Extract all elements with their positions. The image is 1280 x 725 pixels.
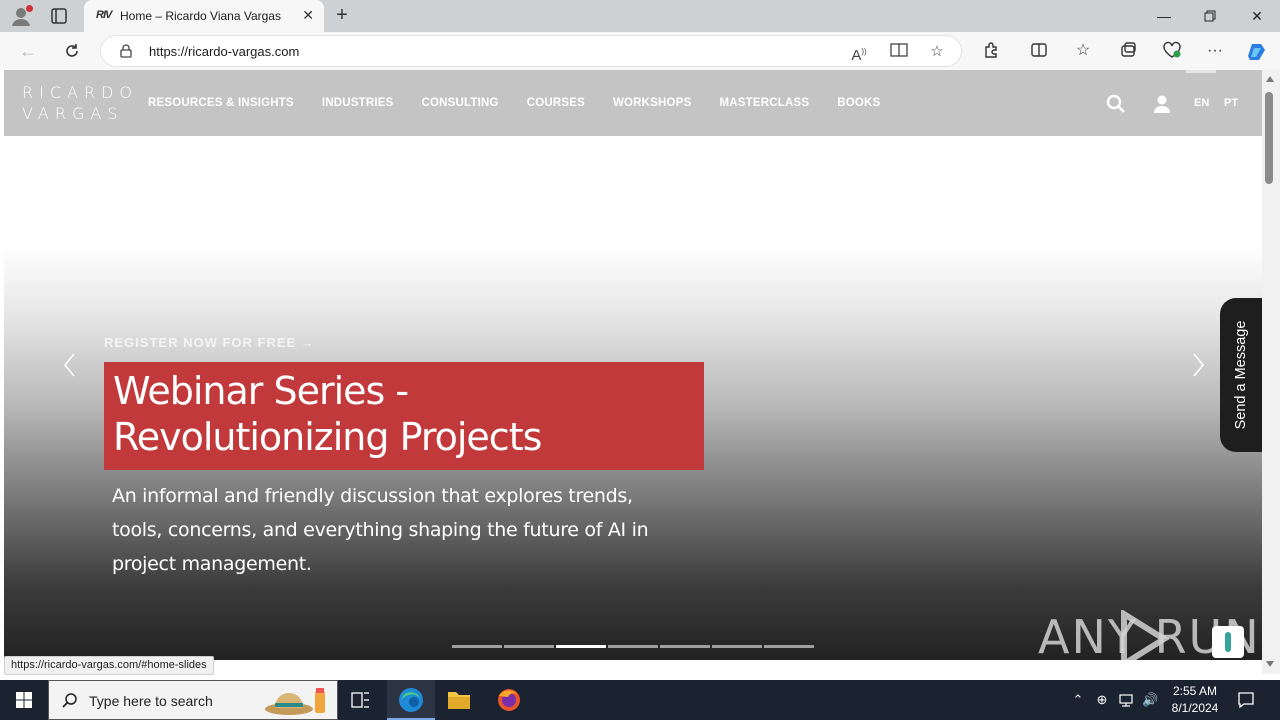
logo-line-2: VARGAS <box>22 104 124 123</box>
notification-center-icon[interactable] <box>1236 690 1256 710</box>
new-tab-button[interactable]: + <box>330 4 354 28</box>
url-text[interactable]: https://ricardo-vargas.com <box>149 44 299 59</box>
scroll-up-arrow-icon[interactable] <box>1266 76 1274 82</box>
nav-workshops[interactable]: WORKSHOPS <box>613 97 691 109</box>
language-pt-link[interactable]: PT <box>1224 97 1238 109</box>
site-logo[interactable]: RICARDO VARGAS <box>22 82 138 124</box>
slider-dot-3[interactable] <box>556 645 606 648</box>
search-placeholder: Type here to search <box>89 693 213 709</box>
taskbar-search[interactable]: Type here to search <box>48 680 338 720</box>
nav-resources-insights[interactable]: RESOURCES & INSIGHTS <box>148 97 294 109</box>
windows-taskbar: Type here to search ⌃ ⊕ 🔊 2:55 AM 8/1/20… <box>0 680 1280 720</box>
more-menu-icon[interactable]: ··· <box>1204 41 1226 61</box>
meet-now-icon[interactable]: ⊕ <box>1094 692 1110 708</box>
slider-pagination <box>452 645 816 648</box>
language-en-link[interactable]: EN <box>1194 97 1209 109</box>
extensions-icon[interactable] <box>980 41 1002 61</box>
site-favicon-icon: RIV <box>96 9 112 21</box>
search-highlight-icon <box>263 687 335 717</box>
nav-courses[interactable]: COURSES <box>527 97 585 109</box>
favorite-star-icon[interactable]: ☆ <box>927 42 947 62</box>
hero-title[interactable]: Webinar Series - Revolutionizing Project… <box>113 368 693 460</box>
restore-button[interactable] <box>1187 0 1233 32</box>
main-navigation: RESOURCES & INSIGHTS INDUSTRIES CONSULTI… <box>148 97 908 109</box>
slider-dot-1[interactable] <box>452 645 502 648</box>
send-message-button[interactable]: Send a Message <box>1220 298 1262 452</box>
file-explorer-icon[interactable] <box>435 680 483 720</box>
browser-essentials-icon[interactable] <box>1161 41 1183 61</box>
nav-industries[interactable]: INDUSTRIES <box>322 97 394 109</box>
volume-icon[interactable]: 🔊 <box>1142 692 1158 708</box>
edge-taskbar-icon[interactable] <box>387 680 435 720</box>
refresh-button[interactable] <box>58 38 86 64</box>
scroll-thumb[interactable] <box>1265 92 1273 184</box>
tab-title: Home – Ricardo Viana Vargas <box>120 9 281 23</box>
tab-actions-icon[interactable] <box>50 7 68 25</box>
profile-icon[interactable] <box>10 5 33 27</box>
search-icon <box>61 692 79 710</box>
close-window-button[interactable]: ✕ <box>1234 0 1280 32</box>
user-account-icon[interactable] <box>1152 94 1172 114</box>
back-button[interactable]: ← <box>14 38 42 64</box>
slider-dot-6[interactable] <box>712 645 762 648</box>
hero-description: An informal and friendly discussion that… <box>112 485 649 575</box>
chat-widget-badge[interactable] <box>1212 626 1244 658</box>
hero-title-box: Webinar Series - Revolutionizing Project… <box>104 362 704 470</box>
clock-date: 8/1/2024 <box>1171 701 1219 715</box>
scroll-down-arrow-icon[interactable] <box>1266 661 1274 667</box>
minimize-button[interactable]: — <box>1141 0 1187 32</box>
send-message-label: Send a Message <box>1233 320 1249 430</box>
immersive-reader-icon[interactable] <box>889 42 909 62</box>
system-clock[interactable]: 2:55 AM 8/1/2024 <box>1166 683 1224 717</box>
header-indicator <box>1186 70 1216 73</box>
address-bar[interactable]: https://ricardo-vargas.com A)) ☆ <box>100 35 962 67</box>
browser-toolbar: ← https://ricardo-vargas.com A)) ☆ ☆ ··· <box>0 32 1280 70</box>
site-header: RICARDO VARGAS RESOURCES & INSIGHTS INDU… <box>4 70 1262 136</box>
browser-tab-bar: RIV Home – Ricardo Viana Vargas ✕ + — ✕ <box>0 0 1280 32</box>
network-icon[interactable] <box>1118 692 1134 708</box>
tab-close-icon[interactable]: ✕ <box>302 8 314 22</box>
copilot-icon[interactable] <box>1246 41 1268 61</box>
clock-time: 2:55 AM <box>1172 684 1218 698</box>
link-status-bar: https://ricardo-vargas.com/#home-slides <box>4 656 214 675</box>
watermark-play-icon <box>1110 608 1170 660</box>
tray-overflow-chevron-icon[interactable]: ⌃ <box>1070 692 1086 708</box>
slider-dot-2[interactable] <box>504 645 554 648</box>
page-viewport: RICARDO VARGAS RESOURCES & INSIGHTS INDU… <box>4 70 1262 660</box>
home-slider: REGISTER NOW FOR FREE → Webinar Series -… <box>4 136 1262 660</box>
nav-masterclass[interactable]: MASTERCLASS <box>719 97 809 109</box>
profile-notification-dot <box>26 5 33 12</box>
logo-line-1: RICARDO <box>22 83 138 102</box>
slider-dot-5[interactable] <box>660 645 710 648</box>
split-screen-icon[interactable] <box>1028 41 1050 61</box>
read-aloud-icon[interactable]: A)) <box>849 42 869 64</box>
task-view-button[interactable] <box>336 680 384 720</box>
favorites-icon[interactable]: ☆ <box>1072 41 1094 61</box>
slider-next-arrow-icon[interactable] <box>1188 350 1208 380</box>
firefox-icon[interactable] <box>485 680 533 720</box>
collections-icon[interactable] <box>1117 41 1139 61</box>
active-tab[interactable]: RIV Home – Ricardo Viana Vargas ✕ <box>84 0 324 32</box>
nav-books[interactable]: BOOKS <box>837 97 880 109</box>
nav-consulting[interactable]: CONSULTING <box>422 97 499 109</box>
start-button[interactable] <box>0 680 48 720</box>
slider-dot-7[interactable] <box>764 645 814 648</box>
search-icon[interactable] <box>1106 94 1126 114</box>
register-link[interactable]: REGISTER NOW FOR FREE → <box>104 335 315 350</box>
slider-prev-arrow-icon[interactable] <box>60 350 80 380</box>
lock-icon[interactable] <box>119 44 133 58</box>
slider-dot-4[interactable] <box>608 645 658 648</box>
